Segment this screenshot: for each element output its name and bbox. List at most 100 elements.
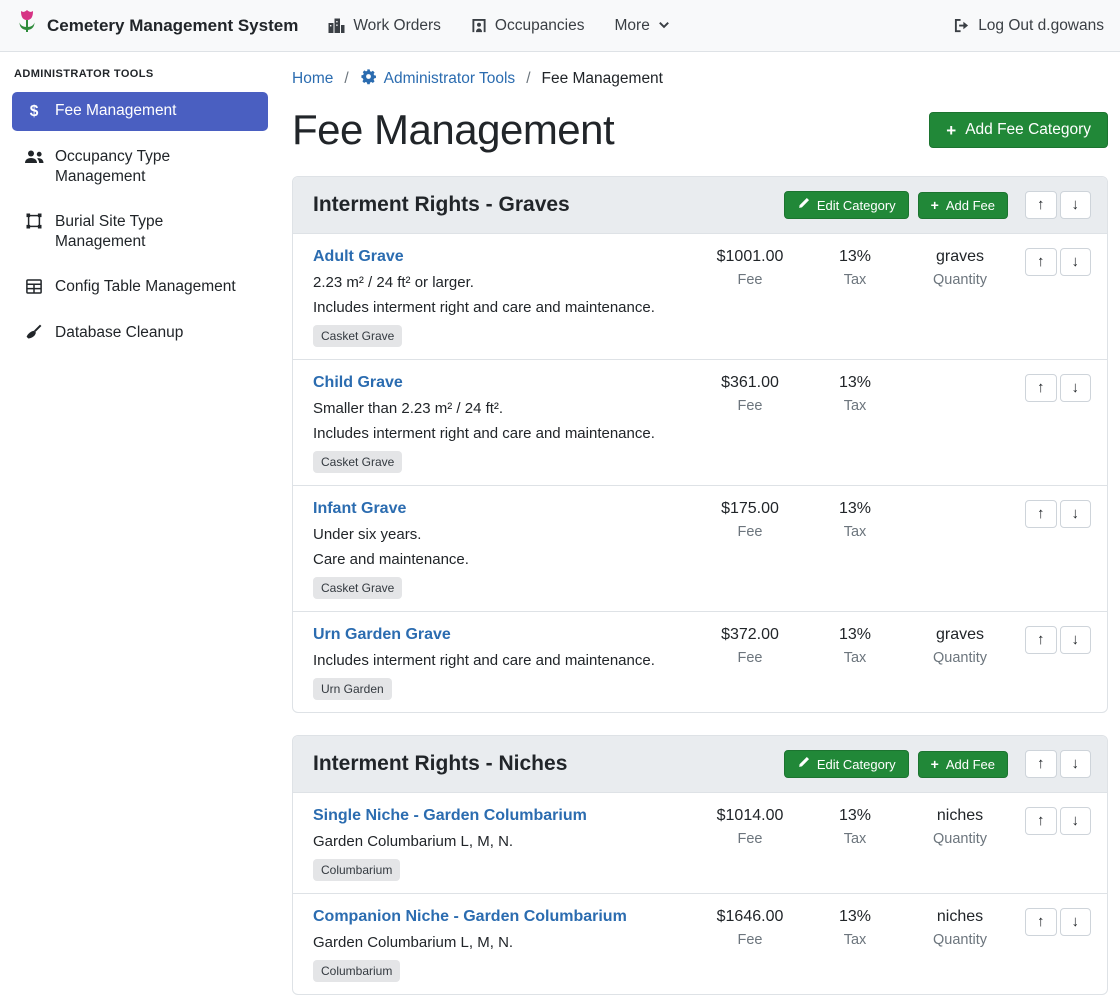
edit-category-button[interactable]: Edit Category [784,191,909,219]
city-icon [328,18,345,33]
move-category-down-button[interactable]: ↓ [1060,191,1092,219]
fee-tax-column: 13% Tax [805,500,905,540]
move-category-up-button[interactable]: ↑ [1025,191,1057,219]
breadcrumb-separator: / [344,70,348,88]
move-fee-down-button[interactable]: ↓ [1060,500,1092,528]
nav-more[interactable]: More [615,17,670,35]
fee-value-label: Fee [695,272,805,288]
fee-reorder-group: ↑ ↓ [1015,500,1091,528]
nav-occupancies[interactable]: Occupancies [471,17,585,35]
sidebar-item-label: Occupancy Type Management [55,147,256,187]
fee-badge: Columbarium [313,859,400,881]
fee-value-label: Fee [695,650,805,666]
fee-value: $1014.00 [695,807,805,825]
fee-description: Care and maintenance. [313,551,687,568]
nav-logout-label: Log Out d.gowans [978,17,1104,35]
fee-description: Under six years. [313,526,687,543]
move-fee-down-button[interactable]: ↓ [1060,807,1092,835]
app-brand[interactable]: Cemetery Management System [16,10,298,41]
fee-name[interactable]: Infant Grave [313,500,687,518]
plus-icon: + [931,198,939,212]
fee-badge: Casket Grave [313,451,402,473]
fee-tax-column: 13% Tax [805,248,905,288]
move-fee-up-button[interactable]: ↑ [1025,500,1057,528]
fee-quantity-column: niches Quantity [905,807,1015,847]
fee-name[interactable]: Urn Garden Grave [313,626,687,644]
main-content: Home / Administrator Tools / Fee Managem… [280,52,1120,995]
sidebar-item-fee-management[interactable]: $ Fee Management [12,92,268,131]
down-arrow-icon: ↓ [1072,379,1080,396]
tax-value-label: Tax [805,524,905,540]
up-arrow-icon: ↑ [1037,505,1045,522]
edit-category-button[interactable]: Edit Category [784,750,909,778]
breadcrumb-home-link[interactable]: Home [292,70,333,88]
move-fee-down-button[interactable]: ↓ [1060,908,1092,936]
fee-name[interactable]: Child Grave [313,374,687,392]
fee-name[interactable]: Single Niche - Garden Columbarium [313,807,687,825]
broom-icon [24,324,44,344]
sidebar-item-config-table-management[interactable]: Config Table Management [12,268,268,307]
add-fee-category-button[interactable]: + Add Fee Category [929,112,1108,148]
move-fee-down-button[interactable]: ↓ [1060,248,1092,276]
down-arrow-icon: ↓ [1072,196,1080,213]
sidebar-item-burial-site-type-management[interactable]: Burial Site Type Management [12,203,268,261]
fee-quantity-column: niches Quantity [905,908,1015,948]
fee-category-card: Interment Rights - Niches Edit Category … [292,735,1108,995]
fee-descriptions: 2.23 m² / 24 ft² or larger.Includes inte… [313,274,687,316]
sidebar-item-database-cleanup[interactable]: Database Cleanup [12,314,268,353]
move-fee-down-button[interactable]: ↓ [1060,374,1092,402]
breadcrumb-current: Fee Management [542,70,664,88]
add-fee-button[interactable]: + Add Fee [918,192,1008,219]
tax-value: 13% [805,908,905,926]
sidebar-heading: ADMINISTRATOR TOOLS [14,68,266,80]
fee-tax-column: 13% Tax [805,807,905,847]
nav-work-orders[interactable]: Work Orders [328,17,441,35]
fee-row: Companion Niche - Garden Columbarium Gar… [293,894,1107,994]
move-category-up-button[interactable]: ↑ [1025,750,1057,778]
sidebar-item-occupancy-type-management[interactable]: Occupancy Type Management [12,138,268,196]
breadcrumb-admin-tools-link[interactable]: Administrator Tools [360,68,516,90]
breadcrumb-separator: / [526,70,530,88]
nav-logout[interactable]: Log Out d.gowans [953,17,1104,35]
fee-description: 2.23 m² / 24 ft² or larger. [313,274,687,291]
fee-info: Companion Niche - Garden Columbarium Gar… [313,908,695,982]
quantity-value: graves [905,248,1015,266]
move-fee-up-button[interactable]: ↑ [1025,248,1057,276]
edit-category-label: Edit Category [817,198,896,213]
fee-value-label: Fee [695,524,805,540]
add-fee-button[interactable]: + Add Fee [918,751,1008,778]
fee-value: $175.00 [695,500,805,518]
plus-icon: + [931,757,939,771]
fee-value-label: Fee [695,398,805,414]
down-arrow-icon: ↓ [1072,631,1080,648]
breadcrumb-admin-tools-label: Administrator Tools [384,70,516,88]
move-fee-up-button[interactable]: ↑ [1025,807,1057,835]
admin-sidebar: ADMINISTRATOR TOOLS $ Fee Management Occ… [0,52,280,360]
move-category-down-button[interactable]: ↓ [1060,750,1092,778]
category-body: Single Niche - Garden Columbarium Garden… [293,793,1107,994]
occupancy-icon [471,18,487,33]
nav-occupancies-label: Occupancies [495,17,585,35]
move-fee-up-button[interactable]: ↑ [1025,626,1057,654]
fee-info: Child Grave Smaller than 2.23 m² / 24 ft… [313,374,695,473]
fee-badge: Casket Grave [313,325,402,347]
move-fee-up-button[interactable]: ↑ [1025,908,1057,936]
fee-name[interactable]: Companion Niche - Garden Columbarium [313,908,687,926]
fee-value-label: Fee [695,831,805,847]
category-reorder-group: ↑ ↓ [1025,750,1091,778]
tax-value: 13% [805,626,905,644]
dollar-icon: $ [24,102,44,122]
fee-reorder-group: ↑ ↓ [1015,807,1091,835]
category-list: Interment Rights - Graves Edit Category … [292,176,1108,995]
fee-name[interactable]: Adult Grave [313,248,687,266]
fee-descriptions: Garden Columbarium L, M, N. [313,934,687,951]
fee-quantity-column: graves Quantity [905,248,1015,288]
breadcrumb-home-label: Home [292,70,333,88]
fee-description: Includes interment right and care and ma… [313,425,687,442]
fee-value: $1001.00 [695,248,805,266]
up-arrow-icon: ↑ [1037,196,1045,213]
move-fee-up-button[interactable]: ↑ [1025,374,1057,402]
category-actions: Edit Category + Add Fee ↑ ↓ [784,750,1091,778]
fee-tax-column: 13% Tax [805,908,905,948]
move-fee-down-button[interactable]: ↓ [1060,626,1092,654]
